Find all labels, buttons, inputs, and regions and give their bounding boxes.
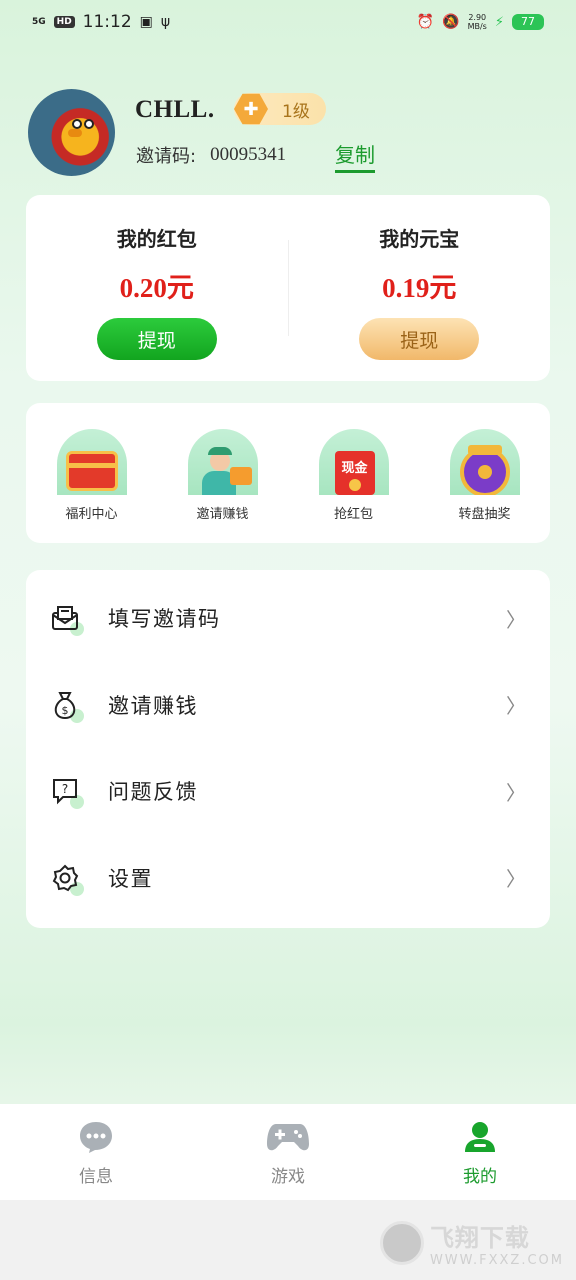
clock: 11:12 <box>82 12 132 32</box>
shortcut-grab-red-packet[interactable]: 现金 抢红包 <box>299 429 409 543</box>
tab-messages[interactable]: 信息 <box>0 1104 192 1200</box>
ingot-amount: 0.19元 <box>382 273 457 303</box>
tab-label: 游戏 <box>271 1167 305 1187</box>
mute-icon: 🔕 <box>442 14 460 30</box>
tab-mine[interactable]: 我的 <box>384 1104 576 1200</box>
chevron-right-icon: 〉 <box>506 780 526 805</box>
shortcut-label: 邀请赚钱 <box>196 507 249 522</box>
wallet-card: 我的红包 0.20元 提现 我的元宝 0.19元 提现 <box>26 195 550 381</box>
level-hex-icon: ✚ <box>234 93 268 125</box>
avatar[interactable] <box>28 89 115 176</box>
red-envelope-icon: 现金 <box>318 429 389 495</box>
mail-icon <box>50 603 84 637</box>
chevron-right-icon: 〉 <box>506 867 526 892</box>
battery-indicator: 77 <box>512 14 544 30</box>
menu-label: 邀请赚钱 <box>108 693 198 718</box>
svg-text:?: ? <box>62 782 68 796</box>
svg-text:$: $ <box>62 704 69 717</box>
invite-code-value: 00095341 <box>210 144 287 165</box>
tab-label: 信息 <box>79 1167 113 1187</box>
shortcut-welfare-center[interactable]: 福利中心 <box>37 429 147 543</box>
menu-item-feedback[interactable]: ? 问题反馈 〉 <box>26 748 550 835</box>
hd-badge: HD <box>53 16 75 28</box>
red-packet-withdraw-button[interactable]: 提现 <box>96 318 217 360</box>
red-packet-section: 我的红包 0.20元 提现 <box>26 195 288 381</box>
chevron-right-icon: 〉 <box>506 694 526 719</box>
shortcut-label: 福利中心 <box>65 507 118 522</box>
shortcut-label: 转盘抽奖 <box>458 507 511 522</box>
feedback-icon: ? <box>50 776 84 810</box>
network-indicator: 5G <box>32 16 46 27</box>
money-bag-icon: $ <box>50 690 84 723</box>
menu-item-invite-earn[interactable]: $ 邀请赚钱 〉 <box>26 662 550 749</box>
red-packet-title: 我的红包 <box>116 227 197 251</box>
alarm-icon: ⏰ <box>416 14 435 30</box>
user-icon <box>465 1122 495 1152</box>
charging-icon: ⚡ <box>494 14 504 30</box>
shortcuts-card: 福利中心 邀请赚钱 现金 抢红包 转盘抽奖 <box>26 403 550 543</box>
menu-label: 填写邀请码 <box>108 607 221 632</box>
speed-value: 2.90 <box>468 13 487 22</box>
cash-tag: 现金 <box>341 461 368 476</box>
chevron-right-icon: 〉 <box>506 607 526 632</box>
bottom-tab-bar: 信息 游戏 我的 <box>0 1104 576 1200</box>
chat-bubble-icon <box>80 1122 112 1153</box>
ingot-title: 我的元宝 <box>379 227 460 251</box>
invite-code-label: 邀请码: <box>136 146 197 167</box>
delivery-person-icon <box>187 429 258 495</box>
menu-item-enter-invite-code[interactable]: 填写邀请码 〉 <box>26 575 550 662</box>
watermark-logo-icon <box>379 1221 424 1265</box>
shortcut-label: 抢红包 <box>333 507 373 522</box>
level-text: 1级 <box>282 101 310 122</box>
copy-button[interactable]: 复制 <box>335 139 375 173</box>
tab-games[interactable]: 游戏 <box>192 1104 384 1200</box>
shortcut-invite-earn[interactable]: 邀请赚钱 <box>168 429 278 543</box>
shortcut-prize-wheel[interactable]: 转盘抽奖 <box>430 429 540 543</box>
tab-label: 我的 <box>463 1167 497 1187</box>
watermark-url: WWW.FXXZ.COM <box>429 1253 564 1268</box>
gamepad-icon <box>267 1124 309 1151</box>
ingot-withdraw-button[interactable]: 提现 <box>359 318 480 360</box>
menu-card: 填写邀请码 〉 $ 邀请赚钱 〉 ? 问题反馈 〉 设置 〉 <box>26 570 550 928</box>
watermark-title: 飞翔下载 <box>429 1224 530 1252</box>
network-speed: 2.90 MB/s <box>468 13 487 31</box>
ingot-section: 我的元宝 0.19元 提现 <box>289 195 551 381</box>
username: CHLL. <box>135 96 215 123</box>
usb-icon: ψ <box>160 14 171 30</box>
level-badge: ✚ 1级 <box>234 93 326 125</box>
watermark: 飞翔下载 WWW.FXXZ.COM <box>379 1218 564 1268</box>
status-bar: 5G HD 11:12 ▣ ψ ⏰ 🔕 2.90 MB/s ⚡ 77 <box>0 0 576 44</box>
notification-icon: ▣ <box>139 14 153 30</box>
prize-wheel-icon <box>449 429 520 495</box>
menu-item-settings[interactable]: 设置 〉 <box>26 835 550 922</box>
invite-code-row: 邀请码: 00095341 <box>136 142 286 168</box>
menu-label: 问题反馈 <box>108 780 198 805</box>
speed-unit: MB/s <box>467 22 487 31</box>
red-packet-amount: 0.20元 <box>119 273 194 303</box>
gear-icon <box>50 863 84 896</box>
menu-label: 设置 <box>108 866 153 891</box>
treasure-chest-icon <box>56 429 127 495</box>
